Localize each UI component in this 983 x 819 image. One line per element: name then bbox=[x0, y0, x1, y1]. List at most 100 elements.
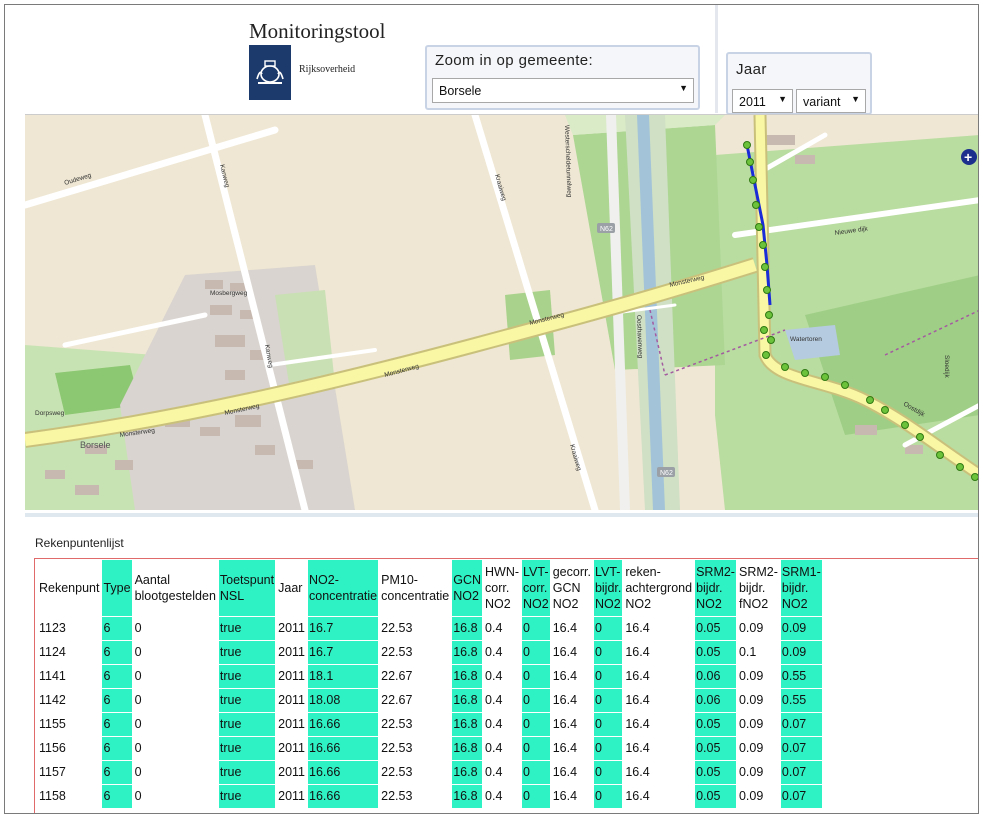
road-label: Watertoren bbox=[790, 336, 822, 343]
table-cell: 6 bbox=[102, 665, 132, 688]
column-header-label: corr. bbox=[523, 581, 548, 595]
variant-select[interactable]: variant ▼ bbox=[796, 89, 866, 113]
column-header[interactable]: Rekenpunt bbox=[38, 560, 100, 616]
logo-text: Rijksoverheid bbox=[299, 64, 356, 75]
table-cell: 0.4 bbox=[485, 669, 503, 683]
table-row[interactable]: 1142 6 0 true 2011 18.08 22.67 16.8 0.4 0 16.4 0 16.… bbox=[38, 689, 822, 712]
table-cell: 6 bbox=[102, 689, 132, 712]
table-cell: 22.53 bbox=[381, 717, 413, 731]
table-cell: 0.07 bbox=[780, 785, 822, 808]
table-cell: 6 bbox=[102, 785, 132, 808]
column-header-label: Rekenpunt bbox=[39, 581, 100, 595]
table-cell: 0 bbox=[134, 645, 142, 659]
column-header-label: NO2- bbox=[309, 573, 339, 587]
column-header[interactable]: Aantal blootgestelden bbox=[134, 560, 217, 616]
column-header-label: corr. bbox=[485, 581, 510, 595]
table-container[interactable]: Rekenpunt Type Aantal blootgestelden Toetspu… bbox=[34, 558, 978, 813]
chevron-down-icon: ▼ bbox=[778, 94, 787, 104]
column-header[interactable]: LVT-bijdr. NO2 bbox=[593, 560, 623, 616]
map-view[interactable]: Oudeweg Kanweg Kraaiweg Monsterweg Monst… bbox=[25, 114, 979, 510]
table-cell: 0.09 bbox=[780, 617, 822, 640]
year-select[interactable]: 2011 ▼ bbox=[732, 89, 793, 113]
column-header-label: GCN bbox=[552, 581, 581, 595]
column-header-label: LVT- bbox=[523, 565, 549, 579]
table-cell: 0 bbox=[134, 789, 142, 803]
column-header[interactable]: Jaar bbox=[277, 560, 306, 616]
zoom-label: Zoom in op gemeente: bbox=[435, 52, 594, 69]
column-header-label: NO2 bbox=[625, 597, 652, 611]
table-row[interactable]: 1155 6 0 true 2011 16.66 22.53 16.8 0.4 0 16.4 0 16.… bbox=[38, 713, 822, 736]
table-cell: 16.4 bbox=[625, 693, 650, 707]
municipality-select[interactable]: Borsele ▼ bbox=[432, 78, 694, 103]
column-header[interactable]: NO2- concentratie bbox=[308, 560, 379, 616]
table-cell: 2011 bbox=[278, 789, 306, 803]
table-cell: 0.05 bbox=[695, 713, 736, 736]
table-cell: 0.07 bbox=[780, 761, 822, 784]
table-row[interactable]: 1158 6 0 true 2011 16.66 22.53 16.8 0.4 0 16.4 0 16.… bbox=[38, 785, 822, 808]
table-row[interactable]: 1156 6 0 true 2011 16.66 22.53 16.8 0.4 0 16.4 0 16.… bbox=[38, 737, 822, 760]
table-cell: 0.4 bbox=[485, 645, 503, 659]
table-row[interactable]: 1123 6 0 true 2011 16.7 22.53 16.8 0.4 0 16.4 0 16.4… bbox=[38, 617, 822, 640]
table-cell: 0.55 bbox=[780, 665, 822, 688]
road-label: Mosbergweg bbox=[210, 290, 248, 297]
table-cell: 16.4 bbox=[625, 669, 650, 683]
column-header-label: NO2 bbox=[594, 597, 621, 611]
table-cell: 18.1 bbox=[308, 665, 379, 688]
map-canvas[interactable]: Oudeweg Kanweg Kraaiweg Monsterweg Monst… bbox=[25, 115, 979, 510]
table-cell: 0.07 bbox=[780, 713, 822, 736]
column-header[interactable]: SRM2- bijdr. fNO2 bbox=[738, 560, 779, 616]
column-header[interactable]: Type bbox=[102, 560, 132, 616]
column-header-label: NO2 bbox=[523, 597, 549, 611]
table-cell: 0.4 bbox=[485, 621, 503, 635]
column-header[interactable]: SRM1- bijdr. NO2 bbox=[780, 560, 822, 616]
column-header-label: gecorr. bbox=[552, 565, 591, 579]
column-header[interactable]: reken-achtergrond NO2 bbox=[624, 560, 693, 616]
table-cell: 6 bbox=[102, 617, 132, 640]
table-cell: 0 bbox=[134, 717, 142, 731]
header-divider bbox=[715, 5, 718, 113]
table-cell: 1141 bbox=[39, 669, 66, 683]
column-header[interactable]: SRM2- bijdr. NO2 bbox=[695, 560, 736, 616]
column-header-label: HWN- bbox=[485, 565, 520, 579]
road-label: Sloedijk bbox=[943, 355, 950, 379]
table-cell: 16.7 bbox=[308, 617, 379, 640]
table-cell: 16.8 bbox=[452, 665, 483, 688]
table-caption: Rekenpuntenlijst bbox=[35, 536, 124, 550]
table-cell: 0 bbox=[134, 741, 142, 755]
column-header[interactable]: Toetspunt NSL bbox=[218, 560, 276, 616]
table-cell: 16.4 bbox=[625, 765, 650, 779]
table-cell: 0 bbox=[134, 621, 142, 635]
table-cell: 16.66 bbox=[308, 713, 379, 736]
table-cell: 0 bbox=[593, 665, 623, 688]
table-cell: 0 bbox=[593, 641, 623, 664]
table-cell: 0.4 bbox=[485, 789, 503, 803]
app-title: Monitoringstool bbox=[249, 19, 386, 43]
table-cell: 16.4 bbox=[552, 669, 578, 683]
table-cell: 0.1 bbox=[738, 645, 757, 659]
column-header[interactable]: PM10- concentratie bbox=[380, 560, 450, 616]
table-cell: true bbox=[218, 641, 276, 664]
column-header-label: GCN bbox=[453, 573, 482, 587]
table-cell: 1123 bbox=[39, 621, 66, 635]
table-cell: 16.4 bbox=[625, 741, 650, 755]
table-cell: 16.66 bbox=[308, 785, 379, 808]
column-header-label: reken- bbox=[625, 565, 661, 579]
table-row[interactable]: 1141 6 0 true 2011 18.1 22.67 16.8 0.4 0 16.4 0 16.4… bbox=[38, 665, 822, 688]
column-header[interactable]: gecorr. GCN NO2 bbox=[552, 560, 592, 616]
table-row[interactable]: 1124 6 0 true 2011 16.7 22.53 16.8 0.4 0 16.4 0 16.4… bbox=[38, 641, 822, 664]
table-cell: 22.53 bbox=[381, 645, 413, 659]
column-header-label: NO2 bbox=[485, 597, 511, 611]
table-cell: 0 bbox=[593, 617, 623, 640]
table-row[interactable]: 1157 6 0 true 2011 16.66 22.53 16.8 0.4 0 16.4 0 16.… bbox=[38, 761, 822, 784]
table-cell: 0.09 bbox=[738, 789, 764, 803]
table-cell: 0.4 bbox=[485, 741, 503, 755]
table-cell: 6 bbox=[102, 737, 132, 760]
column-header[interactable]: GCN NO2 bbox=[452, 560, 483, 616]
column-header[interactable]: HWN-corr. NO2 bbox=[484, 560, 520, 616]
column-header-label: fNO2 bbox=[738, 597, 769, 611]
table-cell: 0.4 bbox=[485, 765, 503, 779]
column-header-label: Aantal bbox=[134, 573, 171, 587]
column-header-label: NO2 bbox=[781, 597, 808, 611]
table-cell: 2011 bbox=[278, 669, 306, 683]
column-header[interactable]: LVT-corr. NO2 bbox=[522, 560, 550, 616]
